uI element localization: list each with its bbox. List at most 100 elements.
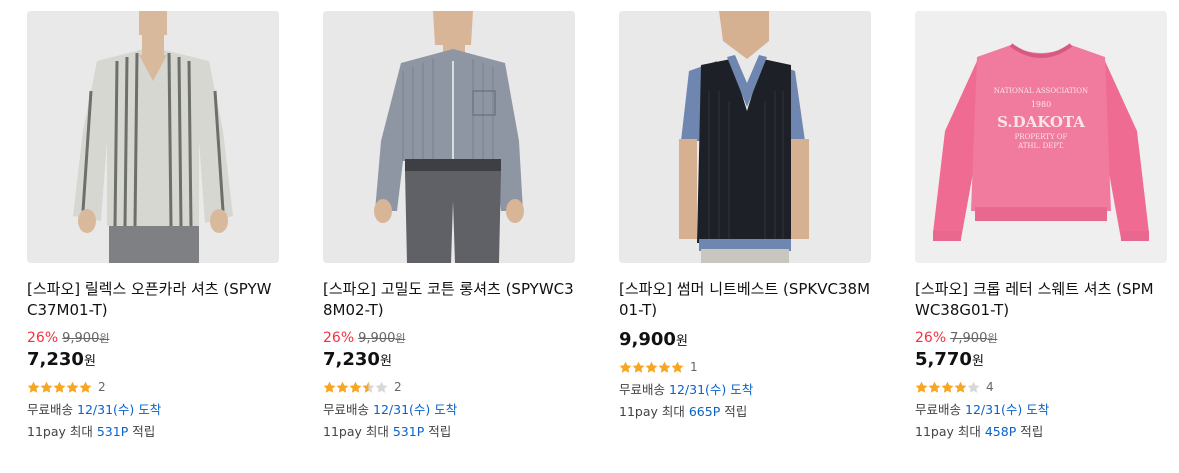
star-icon (323, 381, 336, 394)
shipping-date: 12/31(수) 도착 (965, 402, 1050, 417)
star-icon (53, 381, 66, 394)
pay-suffix: 적립 (724, 404, 748, 419)
product-card[interactable]: [스파오] 릴렉스 오픈카라 셔츠 (SPYWC37M01-T) 26% 9,90… (27, 11, 279, 440)
discount-row: 26% 9,900원 (323, 329, 575, 347)
sale-price-unit: 원 (675, 334, 688, 349)
product-title[interactable]: [스파오] 썸머 니트베스트 (SPKVC38M01-T) (619, 279, 871, 321)
star-icon (941, 381, 954, 394)
pay-points-info: 11pay 최대 531P 적립 (27, 424, 279, 440)
product-grid: [스파오] 릴렉스 오픈카라 셔츠 (SPYWC37M01-T) 26% 9,90… (0, 0, 1179, 473)
star-icon (27, 381, 40, 394)
print-text-1: NATIONAL ASSOCIATION (994, 87, 1088, 95)
print-text-4: PROPERTY OF (1015, 133, 1068, 141)
product-image[interactable] (27, 11, 279, 263)
sale-price-value: 7,230 (27, 349, 84, 370)
discount-rate: 26% (915, 330, 947, 346)
pay-points: 458P (984, 424, 1017, 439)
original-price: 9,900원 (62, 331, 109, 346)
star-icon (336, 381, 349, 394)
original-price: 7,900원 (950, 331, 997, 346)
star-rating (915, 381, 980, 394)
print-text-5: ATHL. DEPT. (1017, 142, 1064, 150)
rating-row: 2 (323, 379, 575, 395)
product-title[interactable]: [스파오] 크롭 레터 스웨트 셔츠 (SPMWC38G01-T) (915, 279, 1167, 321)
sale-price-unit: 원 (379, 354, 392, 369)
discount-row: 26% 7,900원 (915, 329, 1167, 347)
print-text-2: 1980 (1031, 100, 1051, 109)
sale-price-value: 5,770 (915, 349, 972, 370)
sale-price-value: 7,230 (323, 349, 380, 370)
product-card[interactable]: [스파오] 썸머 니트베스트 (SPKVC38M01-T) 9,900원 1 무… (619, 11, 871, 420)
pay-points: 531P (392, 424, 425, 439)
pay-suffix: 적립 (132, 424, 156, 439)
sale-price-unit: 원 (971, 354, 984, 369)
shipping-label: 무료배송 (915, 402, 962, 417)
original-price-unit: 원 (987, 332, 998, 345)
shipping-label: 무료배송 (27, 402, 74, 417)
product-image[interactable] (323, 11, 575, 263)
pay-points-info: 11pay 최대 665P 적립 (619, 404, 871, 420)
review-count: 2 (98, 380, 106, 394)
product-image[interactable] (619, 11, 871, 263)
star-icon (658, 361, 671, 374)
star-icon (619, 361, 632, 374)
original-price-value: 9,900 (62, 331, 100, 346)
shipping-date: 12/31(수) 도착 (77, 402, 162, 417)
star-icon (349, 381, 362, 394)
review-count: 4 (986, 380, 994, 394)
sale-price: 7,230원 (323, 349, 575, 373)
original-price: 9,900원 (358, 331, 405, 346)
star-icon (671, 361, 684, 374)
star-icon (645, 361, 658, 374)
rating-row: 4 (915, 379, 1167, 395)
star-icon (632, 361, 645, 374)
pay-points-info: 11pay 최대 458P 적립 (915, 424, 1167, 440)
product-card[interactable]: NATIONAL ASSOCIATION 1980 S.DAKOTA PROPE… (915, 11, 1167, 440)
star-icon (967, 381, 980, 394)
discount-row: 26% 9,900원 (27, 329, 279, 347)
product-card[interactable]: [스파오] 고밀도 코튼 롱셔츠 (SPYWC38M02-T) 26% 9,900… (323, 11, 575, 440)
product-title[interactable]: [스파오] 릴렉스 오픈카라 셔츠 (SPYWC37M01-T) (27, 279, 279, 321)
star-icon (362, 381, 375, 394)
discount-rate: 26% (27, 330, 59, 346)
pay-suffix: 적립 (428, 424, 452, 439)
pay-label: 11pay 최대 (27, 424, 93, 439)
star-icon (79, 381, 92, 394)
shipping-date: 12/31(수) 도착 (669, 382, 754, 397)
sale-price: 9,900원 (619, 329, 871, 353)
star-rating (619, 361, 684, 374)
star-icon (375, 381, 388, 394)
sale-price: 5,770원 (915, 349, 1167, 373)
star-icon (66, 381, 79, 394)
print-text-3: S.DAKOTA (997, 113, 1085, 131)
rating-row: 2 (27, 379, 279, 395)
pay-label: 11pay 최대 (915, 424, 981, 439)
original-price-unit: 원 (395, 332, 406, 345)
pay-points-info: 11pay 최대 531P 적립 (323, 424, 575, 440)
pay-label: 11pay 최대 (323, 424, 389, 439)
review-count: 1 (690, 360, 698, 374)
star-rating (27, 381, 92, 394)
original-price-value: 7,900 (950, 331, 988, 346)
pay-points: 665P (688, 404, 721, 419)
discount-rate: 26% (323, 330, 355, 346)
shipping-info: 무료배송 12/31(수) 도착 (619, 382, 871, 398)
original-price-value: 9,900 (358, 331, 396, 346)
star-icon (915, 381, 928, 394)
sale-price: 7,230원 (27, 349, 279, 373)
original-price-unit: 원 (99, 332, 110, 345)
pay-suffix: 적립 (1020, 424, 1044, 439)
product-title[interactable]: [스파오] 고밀도 코튼 롱셔츠 (SPYWC38M02-T) (323, 279, 575, 321)
review-count: 2 (394, 380, 402, 394)
shipping-label: 무료배송 (323, 402, 370, 417)
shipping-info: 무료배송 12/31(수) 도착 (323, 402, 575, 418)
pay-points: 531P (96, 424, 129, 439)
rating-row: 1 (619, 359, 871, 375)
product-image[interactable]: NATIONAL ASSOCIATION 1980 S.DAKOTA PROPE… (915, 11, 1167, 263)
shipping-label: 무료배송 (619, 382, 666, 397)
shipping-info: 무료배송 12/31(수) 도착 (27, 402, 279, 418)
star-icon (40, 381, 53, 394)
star-icon (928, 381, 941, 394)
sale-price-value: 9,900 (619, 329, 676, 350)
star-rating (323, 381, 388, 394)
